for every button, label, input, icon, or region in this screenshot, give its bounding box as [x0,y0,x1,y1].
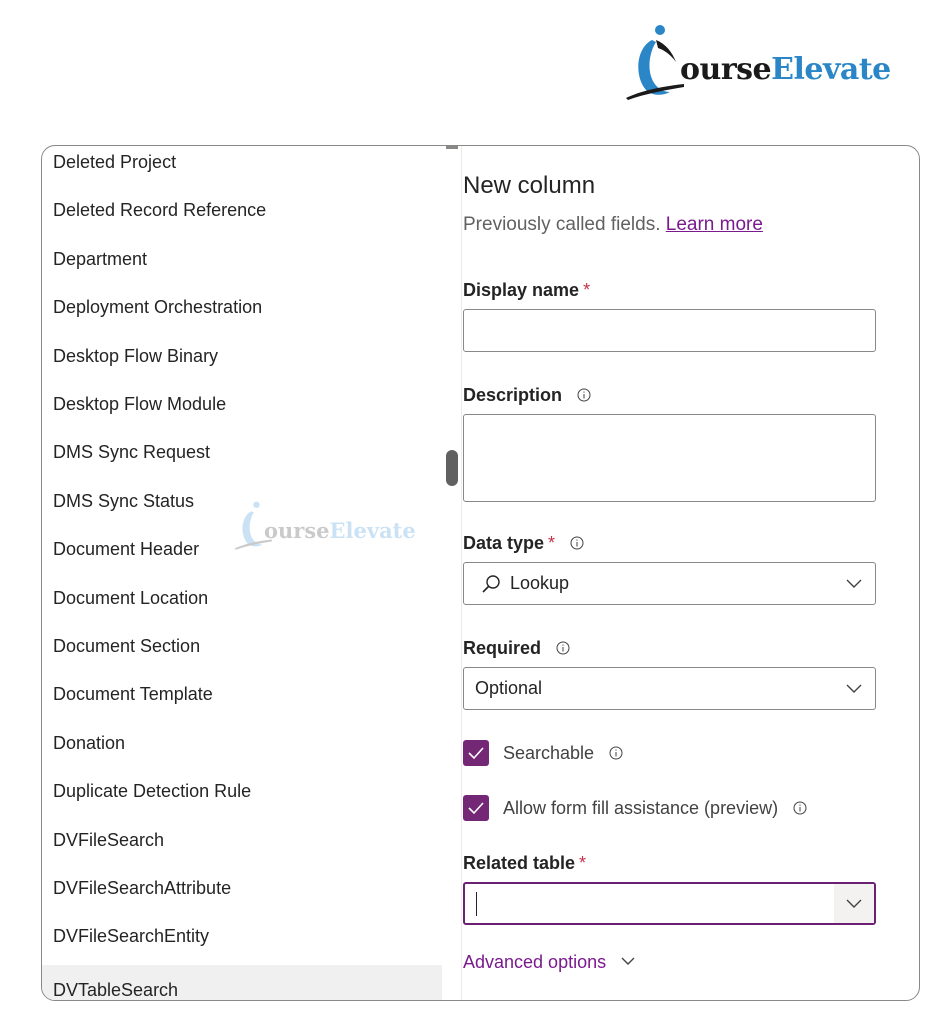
list-item[interactable]: Deleted Project [42,146,442,182]
list-item[interactable]: DVFileSearchAttribute [42,868,442,908]
form-fill-checkbox[interactable] [463,795,489,821]
description-label: Description [463,385,591,406]
related-table-label: Related table * [463,853,587,873]
info-icon[interactable] [556,641,570,655]
info-icon[interactable] [570,536,584,550]
form-fill-label: Allow form fill assistance (preview) [503,798,807,819]
scrollbar-arrow[interactable] [446,146,458,149]
list-item[interactable]: DVFileSearch [42,820,442,860]
advanced-options-toggle[interactable]: Advanced options [463,952,635,973]
data-type-dropdown[interactable]: Lookup [463,562,876,605]
info-icon[interactable] [577,388,591,402]
chevron-down-icon [621,957,635,965]
list-item[interactable]: Desktop Flow Binary [42,336,442,376]
description-textarea[interactable] [463,414,876,502]
required-label: Required [463,638,570,659]
info-icon[interactable] [609,746,623,760]
info-icon[interactable] [793,801,807,815]
list-item[interactable]: Document Location [42,578,442,618]
courseelevate-logo: ourseElevate [622,18,912,108]
form-title: New column [463,172,596,199]
list-item[interactable]: Document Template [42,674,442,714]
list-item[interactable]: DMS Sync Request [42,432,442,472]
panel-divider [461,146,462,1000]
new-column-panel: Deleted Project Deleted Record Reference D… [41,145,920,1001]
required-dropdown[interactable]: Optional [463,667,876,710]
searchable-label: Searchable [503,743,623,764]
list-item[interactable]: Deployment Orchestration [42,287,442,327]
list-item[interactable]: DVFileSearchEntity [42,916,442,956]
list-item[interactable]: Deleted Record Reference [42,190,442,230]
chevron-down-icon [846,684,862,693]
scrollbar-thumb[interactable] [446,450,458,486]
list-item[interactable]: Duplicate Detection Rule [42,771,442,811]
list-item[interactable]: Desktop Flow Module [42,384,442,424]
display-name-input[interactable] [463,309,876,352]
table-list: Deleted Project Deleted Record Reference D… [42,146,442,1000]
learn-more-link[interactable]: Learn more [666,214,763,235]
chevron-down-icon [846,899,862,908]
list-item[interactable]: Document Section [42,626,442,666]
list-item[interactable]: Department [42,239,442,279]
form-subtitle: Previously called fields. Learn more [463,214,763,235]
text-caret [476,892,477,916]
checkmark-icon [468,747,484,760]
checkmark-icon [468,802,484,815]
data-type-label: Data type * [463,533,584,554]
list-item[interactable]: DVTableSearch [42,964,442,1000]
display-name-label: Display name * [463,280,591,300]
related-table-combobox[interactable] [463,882,876,925]
searchable-checkbox[interactable] [463,740,489,766]
lookup-icon [482,575,500,593]
chevron-down-icon [846,579,862,588]
watermark: ourseElevate [232,496,432,556]
new-column-form: New column Previously called fields. Lea… [463,146,919,1000]
logo-text: ourseElevate [680,52,891,87]
list-item[interactable]: Donation [42,723,442,763]
related-table-dropdown-button[interactable] [834,884,874,923]
